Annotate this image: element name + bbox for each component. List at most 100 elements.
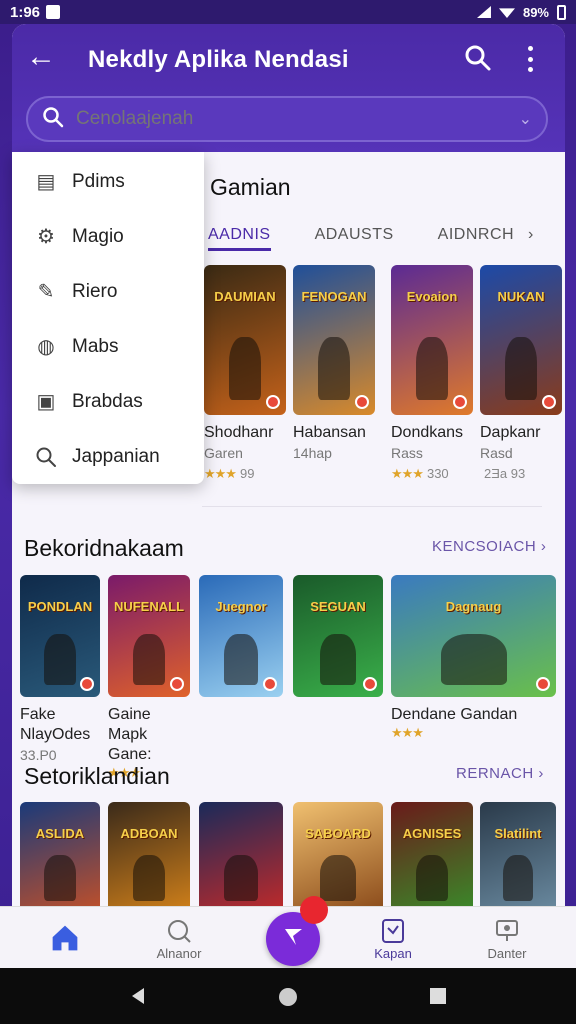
square-icon: ▣	[36, 391, 56, 413]
section-title-gamian: Gamian	[210, 174, 291, 200]
menu-item-pdims[interactable]: ▤ Pdims	[12, 154, 204, 209]
home-circle-icon[interactable]	[277, 986, 299, 1013]
menu-item-label: Magio	[72, 225, 124, 247]
tab-aidnrch[interactable]: AIDNRCH	[438, 226, 514, 251]
game-cover-image: DAUMIAN	[204, 265, 286, 415]
section-link-rernach[interactable]: RERNACH ›	[456, 765, 544, 782]
rating-value: 99	[239, 466, 255, 481]
game-character-art	[440, 633, 507, 685]
send-icon	[280, 923, 306, 956]
game-card[interactable]: Evoaion Dondkans Rass	[391, 265, 473, 461]
nav-alnanor[interactable]: Alnanor	[134, 907, 224, 969]
game-card[interactable]: ADBOAN	[108, 802, 190, 912]
game-cover-title: ADBOAN	[120, 826, 178, 841]
rating-row: ★★★ 99	[204, 466, 254, 482]
status-time: 1:96	[10, 3, 41, 21]
game-cover-image: Dagnaug	[391, 575, 556, 697]
menu-item-label: Pdims	[72, 170, 125, 192]
home-icon	[50, 923, 80, 953]
section-link-label: RERNACH	[456, 765, 534, 782]
nav-danter[interactable]: Danter	[462, 907, 552, 969]
system-navigation-bar	[0, 968, 576, 1024]
notification-badge	[300, 896, 328, 924]
publisher-badge-icon	[80, 677, 94, 691]
nav-kapan[interactable]: Kapan	[348, 907, 438, 969]
game-card[interactable]	[199, 802, 283, 912]
search-input[interactable]	[76, 108, 507, 130]
section-link-kencsoiach[interactable]: KENCSOIACH ›	[432, 538, 546, 555]
game-cover-title: SEGUAN	[310, 599, 366, 614]
recents-square-icon[interactable]	[428, 986, 448, 1011]
game-cover-title: Juegnor	[215, 599, 267, 614]
game-character-art	[132, 633, 166, 685]
game-card[interactable]: AGNISES	[391, 802, 473, 912]
game-cover-image: ASLIDA	[20, 802, 100, 912]
game-card[interactable]: Dagnaug Dendane Gandan ★★★	[391, 575, 556, 741]
game-card[interactable]: PONDLAN Fake NlayOdes 33.P0	[20, 575, 100, 763]
game-character-art	[228, 337, 262, 400]
battery-icon	[557, 4, 566, 20]
section-link-label: KENCSOIACH	[432, 538, 537, 555]
game-character-art	[44, 633, 76, 685]
globe-icon: ◍	[37, 336, 55, 358]
menu-item-magio[interactable]: ⚙ Magio	[12, 209, 204, 264]
notification-icon	[46, 5, 61, 19]
book-icon: ▤	[36, 171, 56, 193]
tab-aadnis[interactable]: AADNIS	[208, 226, 271, 251]
game-title-line2: Garen	[204, 445, 243, 461]
publisher-badge-icon	[170, 677, 184, 691]
menu-item-brabdas[interactable]: ▣ Brabdas	[12, 374, 204, 429]
game-title: Gaine Mapk Gane:	[108, 706, 152, 763]
battery-text: 89%	[522, 4, 549, 20]
game-cover-title: DAUMIAN	[214, 289, 276, 304]
menu-item-jappanian[interactable]: Jappanian	[12, 429, 204, 484]
game-card[interactable]: NUFENALL Gaine Mapk Gane: ★★★	[108, 575, 190, 781]
game-card[interactable]: Slatilint	[480, 802, 556, 912]
game-card[interactable]: DAUMIAN Shodhanr Garen	[204, 265, 286, 461]
chevron-down-icon[interactable]: ⌄	[519, 109, 532, 129]
game-character-art	[132, 854, 166, 901]
game-cover-image: Evoaion	[391, 265, 473, 415]
menu-item-riero[interactable]: ✎ Riero	[12, 264, 204, 319]
menu-item-mabs[interactable]: ◍ Mabs	[12, 319, 204, 374]
game-title: Dendane Gandan	[391, 706, 518, 723]
menu-item-label: Brabdas	[72, 390, 143, 412]
game-title-line2: Rasd	[480, 445, 513, 461]
chevron-right-icon[interactable]: ›	[528, 226, 534, 251]
game-cover-image: PONDLAN	[20, 575, 100, 697]
menu-item-label: Jappanian	[72, 445, 160, 467]
dropdown-menu: ▤ Pdims ⚙ Magio ✎ Riero ◍ Mabs ▣ Brabdas…	[12, 152, 204, 484]
game-title: Fake NlayOdes	[20, 706, 91, 743]
game-card[interactable]: Juegnor	[199, 575, 283, 697]
tab-adausts[interactable]: ADAUSTS	[315, 226, 394, 251]
game-cover-image: NUFENALL	[108, 575, 190, 697]
game-card[interactable]: SEGUAN	[293, 575, 383, 697]
game-cover-image: AGNISES	[391, 802, 473, 912]
game-card[interactable]: SABOARD	[293, 802, 383, 912]
document-icon	[378, 916, 408, 946]
publisher-badge-icon	[536, 677, 550, 691]
back-arrow-icon[interactable]: ←	[26, 42, 56, 72]
game-character-art	[415, 854, 449, 901]
gear-icon: ⚙	[37, 226, 55, 248]
section-title-setoriklandian: Setoriklandian	[24, 763, 170, 789]
search-bar[interactable]: ⌄	[26, 96, 548, 142]
game-character-art	[415, 337, 449, 400]
game-card[interactable]: NUKAN Dapkanr Rasd	[480, 265, 562, 461]
game-card[interactable]: ASLIDA	[20, 802, 100, 912]
more-options-icon[interactable]	[526, 46, 534, 72]
game-title-line1: Shodhanr	[204, 424, 274, 441]
nav-home[interactable]	[20, 907, 110, 969]
game-cover-title: PONDLAN	[27, 599, 93, 614]
game-cover-title: Evoaion	[406, 289, 458, 304]
section-title-bekoridnakaam: Bekoridnakaam	[24, 535, 184, 561]
game-character-art	[317, 337, 351, 400]
search-icon[interactable]	[464, 44, 492, 72]
publisher-badge-icon	[363, 677, 377, 691]
back-triangle-icon[interactable]	[128, 986, 148, 1011]
game-cover-image: ADBOAN	[108, 802, 190, 912]
game-card[interactable]: FENOGAN Habansan 14hap	[293, 265, 375, 461]
game-title-line2: Rass	[391, 445, 423, 461]
wifi-icon	[498, 8, 515, 18]
game-cover-title: FENOGAN	[301, 289, 367, 304]
